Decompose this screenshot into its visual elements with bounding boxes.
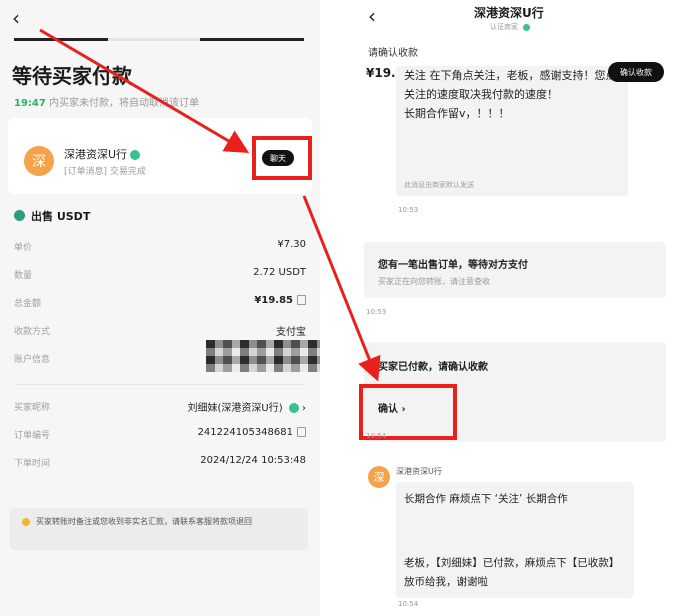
progress-step-3 — [200, 38, 304, 41]
total-label: 总金额 — [14, 299, 42, 309]
verified-icon — [130, 150, 141, 160]
quantity-value: 2.72 USDT — [253, 267, 306, 278]
account-info-label: 账户信息 — [14, 355, 51, 365]
payment-method-value: 支付宝 — [276, 327, 306, 338]
chat-subtitle-text: 认证商家 — [490, 23, 518, 31]
message-text: 老板，【刘细妹】已付款，麻烦点下【已收款】放币给我，谢谢啦 — [404, 557, 620, 588]
notice-text: 买家转账时备注或您收到非实名汇款，请联系客服将款项退回 — [36, 517, 252, 526]
message-time: 10:54 — [366, 432, 387, 440]
message-time: 10:53 — [366, 308, 387, 316]
back-arrow-icon[interactable]: ‹ — [368, 6, 376, 26]
confirm-receipt-button[interactable]: 确认收款 — [608, 62, 664, 82]
usdt-icon — [14, 210, 25, 221]
countdown-message: 内买家未付款，将自动取消该订单 — [49, 98, 200, 109]
message-text: 长期合作 麻烦点下 ‘关注’ 长期合作 — [404, 493, 568, 505]
message-time: 10:53 — [398, 206, 419, 214]
system-message-sub: 买家正在向您转账，请注意查收 — [378, 277, 490, 286]
copy-icon[interactable] — [297, 295, 306, 305]
quantity-label: 数量 — [14, 271, 33, 281]
merchant-avatar: 深 — [24, 146, 54, 176]
copy-icon[interactable] — [297, 427, 306, 437]
pixelated-qr-image — [206, 340, 320, 372]
buyer-nickname-text: 刘细妹(深港资深U行) — [187, 403, 283, 414]
payment-notice-title: 买家已付款，请确认收款 — [378, 362, 488, 373]
divider — [14, 384, 306, 385]
chat-title: 深港资深U行 — [474, 6, 544, 20]
order-number-value: 241224105348681 — [198, 427, 306, 438]
warning-icon — [22, 518, 30, 526]
total-value: ¥19.85 — [254, 295, 306, 306]
countdown-time: 19:47 — [14, 98, 46, 109]
buyer-nickname-value[interactable]: 刘细妹(深港资深U行) › — [187, 399, 306, 414]
verified-icon — [288, 403, 299, 413]
system-message-title: 您有一笔出售订单，等待对方支付 — [378, 260, 528, 271]
asset-label: 出售 USDT — [31, 210, 91, 223]
back-arrow-icon[interactable]: ‹ — [12, 8, 20, 28]
verified-icon — [523, 23, 531, 31]
confirm-receipt-label: 请确认收款 — [368, 48, 418, 59]
price-label: 单价 — [14, 243, 33, 253]
chat-subtitle: 认证商家 — [490, 22, 531, 32]
highlight-box-chat — [252, 136, 312, 180]
countdown-text: 19:47 内买家未付款，将自动取消该订单 — [14, 94, 199, 109]
total-amount: ¥19.85 — [254, 295, 293, 306]
merchant-avatar: 深 — [368, 466, 390, 488]
order-number-label: 订单编号 — [14, 431, 51, 441]
merchant-last-message: [订单消息] 交易完成 — [64, 167, 146, 177]
message-text: 关注 在下角点关注，老板，感谢支持！您点关注的速度取决我付款的速度！ 长期合作留… — [404, 69, 617, 120]
merchant-name: 深港资深U行 — [396, 467, 442, 476]
order-time-value: 2024/12/24 10:53:48 — [200, 455, 306, 466]
merchant-name-text: 深港资深U行 — [64, 148, 128, 161]
price-value: ¥7.30 — [277, 239, 306, 250]
buyer-nickname-label: 买家昵称 — [14, 403, 51, 413]
payment-method-label: 收款方式 — [14, 327, 51, 337]
page-title: 等待买家付款 — [12, 64, 132, 88]
message-time: 10:54 — [398, 600, 419, 608]
merchant-name: 深港资深U行 — [64, 146, 141, 162]
message-note: 此消息由商家默认发送 — [404, 181, 474, 189]
order-number-text: 241224105348681 — [197, 427, 293, 438]
progress-step-1 — [14, 38, 108, 41]
order-time-label: 下单时间 — [14, 459, 51, 469]
